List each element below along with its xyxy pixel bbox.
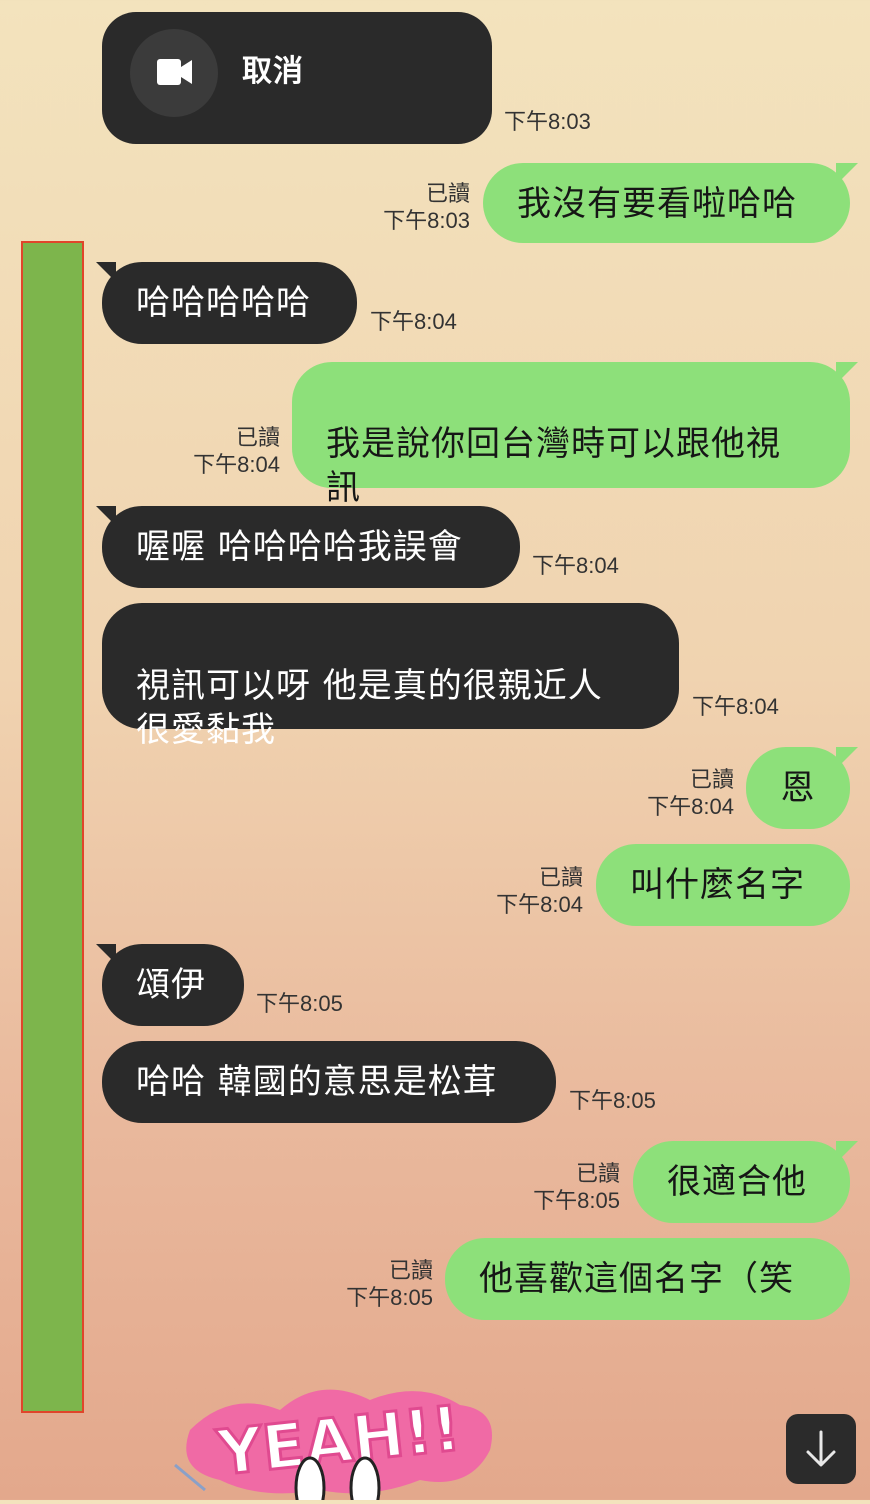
message-time: 下午8:05	[533, 1188, 620, 1213]
scroll-to-bottom-button[interactable]	[786, 1414, 856, 1484]
incoming-message[interactable]: 哈哈 韓國的意思是松茸	[102, 1041, 556, 1123]
message-time: 下午8:05	[346, 1285, 433, 1310]
message-time: 下午8:04	[496, 892, 583, 917]
outgoing-message[interactable]: 我沒有要看啦哈哈	[483, 163, 850, 243]
read-receipt: 已讀	[538, 865, 583, 890]
message-time: 下午8:04	[532, 553, 619, 578]
outgoing-message[interactable]: 我是說你回台灣時可以跟他視 訊	[292, 362, 850, 508]
video-call-icon-circle[interactable]	[130, 29, 218, 117]
message-time: 下午8:03	[383, 208, 470, 233]
message-time: 下午8:05	[256, 991, 343, 1016]
message-text: 喔喔 哈哈哈哈我誤會	[136, 527, 463, 567]
message-text: 哈哈哈哈哈	[136, 283, 311, 323]
message-text: 我是說你回台灣時可以跟他視 訊	[326, 424, 781, 508]
read-receipt: 已讀	[425, 181, 470, 206]
message-text: 視訊可以呀 他是真的很親近人 很愛黏我	[136, 666, 603, 750]
incoming-message[interactable]: 哈哈哈哈哈	[102, 262, 357, 344]
message-time: 下午8:05	[569, 1088, 656, 1113]
message-text: 哈哈 韓國的意思是松茸	[136, 1062, 498, 1102]
read-receipt: 已讀	[575, 1161, 620, 1186]
message-meta: 已讀 下午8:03	[340, 180, 470, 234]
message-meta: 已讀 下午8:05	[303, 1257, 433, 1311]
bubble-tail	[836, 1141, 858, 1163]
message-time: 下午8:04	[370, 309, 457, 334]
message-time: 下午8:03	[504, 109, 591, 134]
outgoing-message[interactable]: 叫什麼名字	[596, 844, 850, 926]
incoming-message[interactable]: 頌伊	[102, 944, 244, 1026]
message-text: 他喜歡這個名字（笑	[479, 1259, 794, 1299]
outgoing-message[interactable]: 他喜歡這個名字（笑	[445, 1238, 850, 1320]
message-time: 下午8:04	[647, 794, 734, 819]
read-receipt: 已讀	[235, 425, 280, 450]
read-receipt: 已讀	[388, 1258, 433, 1283]
incoming-message[interactable]: 視訊可以呀 他是真的很親近人 很愛黏我	[102, 603, 679, 750]
outgoing-message[interactable]: 很適合他	[633, 1141, 850, 1223]
outgoing-message[interactable]: 恩	[746, 747, 850, 829]
message-time: 下午8:04	[193, 452, 280, 477]
bubble-tail	[836, 362, 858, 384]
video-call-card[interactable]: 取消	[102, 12, 492, 144]
sticker-message[interactable]: YEAH!!	[170, 1370, 510, 1504]
read-receipt: 已讀	[689, 767, 734, 792]
incoming-message[interactable]: 喔喔 哈哈哈哈我誤會	[102, 506, 520, 588]
message-meta: 已讀 下午8:04	[604, 766, 734, 820]
video-camera-icon	[157, 59, 192, 85]
bubble-tail	[836, 163, 858, 185]
redacted-avatar-column	[21, 241, 84, 1413]
message-meta: 已讀 下午8:05	[490, 1160, 620, 1214]
message-text: 很適合他	[667, 1162, 807, 1202]
arrow-down-icon	[806, 1430, 836, 1467]
message-text: 頌伊	[136, 965, 206, 1005]
message-meta: 已讀 下午8:04	[150, 424, 280, 478]
message-meta: 已讀 下午8:04	[453, 864, 583, 918]
message-text: 叫什麼名字	[630, 865, 805, 905]
message-text: 恩	[780, 768, 816, 808]
bubble-tail	[836, 747, 858, 769]
call-cancel-label: 取消	[242, 54, 304, 89]
message-text: 我沒有要看啦哈哈	[517, 184, 797, 224]
bunny-sticker-icon: YEAH!!	[174, 1389, 492, 1504]
message-time: 下午8:04	[692, 694, 779, 719]
